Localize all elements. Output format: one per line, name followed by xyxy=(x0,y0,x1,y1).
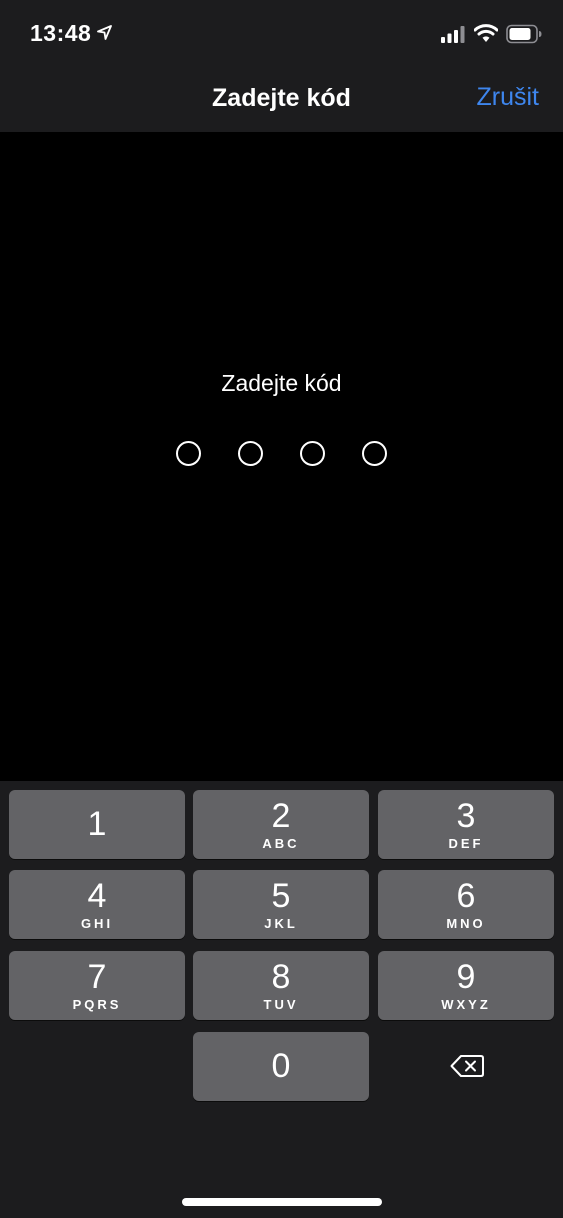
passcode-dot xyxy=(238,441,263,466)
delete-button[interactable] xyxy=(378,1032,554,1101)
key-6[interactable]: 6 MNO xyxy=(378,870,554,939)
key-digit: 7 xyxy=(87,958,107,996)
top-bar: 13:48 Zadejte kód Zrušit xyxy=(0,0,563,132)
key-1[interactable]: 1 xyxy=(9,790,185,859)
key-letters: DEF xyxy=(448,836,484,851)
status-time: 13:48 xyxy=(30,20,92,46)
key-letters: MNO xyxy=(446,916,486,931)
passcode-dot xyxy=(362,441,387,466)
cellular-signal-icon xyxy=(441,26,465,43)
backspace-icon xyxy=(450,1055,484,1077)
key-letters: TUV xyxy=(263,997,299,1012)
key-digit: 9 xyxy=(456,958,476,996)
key-digit: 4 xyxy=(87,877,107,915)
numeric-keypad: 1 2 ABC 3 DEF 4 GHI 5 JKL 6 MNO 7 PQRS 8 TUV 9 WXYZ 0 xyxy=(0,781,563,1218)
key-letters: GHI xyxy=(80,916,114,931)
key-digit: 8 xyxy=(271,958,291,996)
key-digit: 3 xyxy=(456,797,476,835)
key-letters: WXYZ xyxy=(441,997,491,1012)
battery-icon xyxy=(506,24,542,44)
cancel-button[interactable]: Zrušit xyxy=(477,83,540,112)
key-digit: 5 xyxy=(271,877,291,915)
key-digit: 6 xyxy=(456,877,476,915)
key-digit: 0 xyxy=(271,1047,291,1085)
key-5[interactable]: 5 JKL xyxy=(193,870,369,939)
navigation-bar: Zadejte kód Zrušit xyxy=(0,70,563,132)
passcode-dots xyxy=(0,441,563,466)
location-arrow-icon xyxy=(97,25,112,40)
key-letters: JKL xyxy=(264,916,298,931)
key-digit: 1 xyxy=(87,805,107,843)
key-2[interactable]: 2 ABC xyxy=(193,790,369,859)
key-9[interactable]: 9 WXYZ xyxy=(378,951,554,1020)
key-letters: ABC xyxy=(262,836,300,851)
key-7[interactable]: 7 PQRS xyxy=(9,951,185,1020)
key-letters: PQRS xyxy=(72,997,122,1012)
key-4[interactable]: 4 GHI xyxy=(9,870,185,939)
passcode-dot xyxy=(176,441,201,466)
key-0[interactable]: 0 xyxy=(193,1032,369,1101)
home-indicator[interactable] xyxy=(182,1198,382,1206)
passcode-dot xyxy=(300,441,325,466)
key-digit: 2 xyxy=(271,797,291,835)
key-8[interactable]: 8 TUV xyxy=(193,951,369,1020)
passcode-prompt: Zadejte kód xyxy=(221,370,342,396)
status-bar: 13:48 xyxy=(0,0,563,70)
wifi-icon xyxy=(474,24,498,42)
key-3[interactable]: 3 DEF xyxy=(378,790,554,859)
